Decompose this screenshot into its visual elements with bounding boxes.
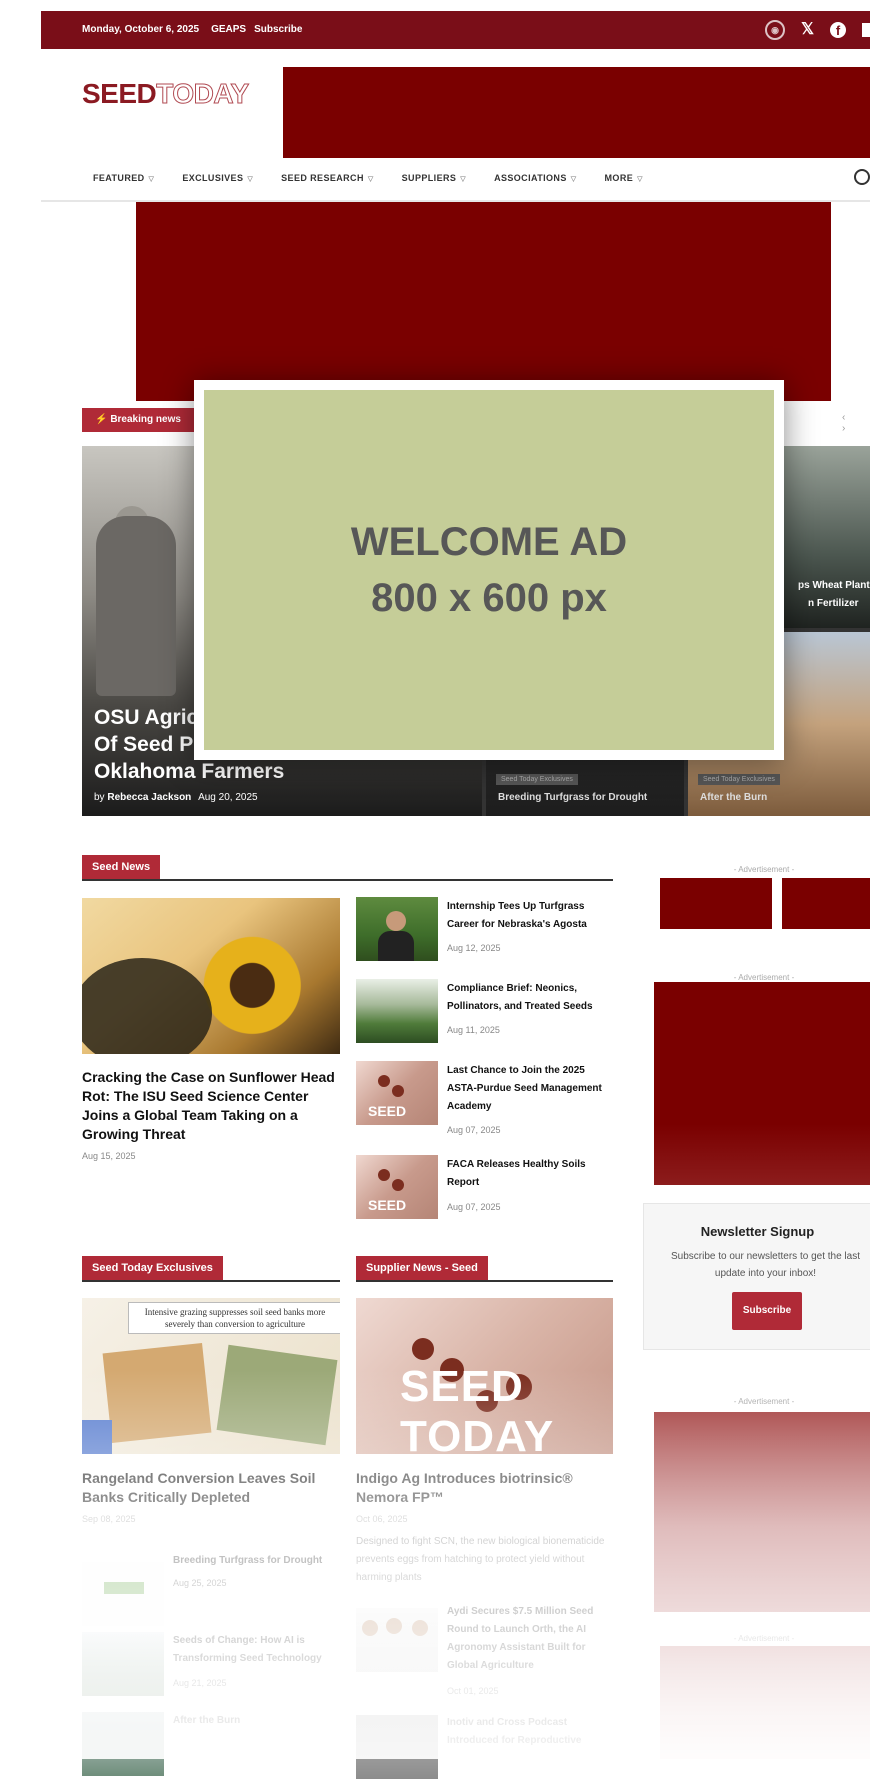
list-thumb[interactable]	[356, 897, 438, 961]
rss-icon[interactable]: ◉	[765, 20, 786, 40]
list-item-title[interactable]: Internship Tees Up Turfgrass Career for …	[447, 898, 613, 934]
sunflower-image[interactable]	[82, 898, 340, 1054]
list-item-date: Aug 12, 2025	[447, 943, 501, 953]
list-item-title[interactable]: After the Burn	[173, 1712, 339, 1730]
newsletter-text: Subscribe to our newsletters to get the …	[671, 1251, 860, 1279]
facebook-icon[interactable]: f	[830, 22, 846, 38]
hero-card-title[interactable]: ps Wheat Plant	[798, 580, 870, 591]
sidebar-ad-4[interactable]	[660, 1646, 870, 1759]
nav-associations[interactable]: ASSOCIATIONS ▽	[494, 173, 576, 183]
category-tag[interactable]: Seed Today Exclusives	[698, 774, 780, 785]
geaps-link[interactable]: GEAPS	[211, 24, 246, 35]
photo-figure	[96, 516, 176, 696]
advertisement-label: - Advertisement -	[733, 973, 795, 982]
supplier-main-date: Oct 06, 2025	[356, 1514, 408, 1524]
list-item-title[interactable]: Breeding Turfgrass for Drought	[173, 1552, 339, 1570]
hero-author[interactable]: Rebecca Jackson	[107, 792, 191, 803]
welcome-ad-overlay[interactable]: WELCOME AD 800 x 600 px	[194, 380, 784, 760]
list-item-date: Oct 01, 2025	[447, 1686, 499, 1696]
list-thumb[interactable]: SEED	[356, 1061, 438, 1125]
advertisement-label: - Advertisement -	[733, 1634, 795, 1643]
advertisement-label: - Advertisement -	[733, 865, 795, 874]
exclusives-image[interactable]: Intensive grazing suppresses soil seed b…	[82, 1298, 340, 1454]
list-item-title[interactable]: Seeds of Change: How AI is Transforming …	[173, 1632, 339, 1668]
subscribe-link[interactable]: Subscribe	[254, 24, 302, 35]
hero-byline: by Rebecca Jackson Aug 20, 2025	[94, 792, 258, 803]
list-item-date: Aug 21, 2025	[173, 1678, 227, 1688]
sidebar-small-ad-1[interactable]	[660, 878, 772, 929]
supplier-excerpt: Designed to fight SCN, the new biologica…	[356, 1536, 605, 1583]
newsletter-title: Newsletter Signup	[700, 1224, 815, 1239]
chevron-down-icon: ▽	[570, 176, 577, 183]
header-banner-ad[interactable]	[283, 67, 870, 158]
sidebar-small-ad-2[interactable]	[782, 878, 870, 929]
list-item-title[interactable]: Compliance Brief: Neonics, Pollinators, …	[447, 980, 613, 1016]
carousel-arrows[interactable]: ‹ ›	[842, 412, 870, 434]
nav-more[interactable]: MORE ▽	[605, 173, 643, 183]
nav-seed-research[interactable]: SEED RESEARCH ▽	[281, 173, 374, 183]
seed-news-main-title[interactable]: Cracking the Case on Sunflower Head Rot:…	[82, 1068, 340, 1144]
chevron-down-icon: ▽	[247, 176, 254, 183]
list-item-title[interactable]: Aydi Secures $7.5 Million Seed Round to …	[447, 1603, 613, 1675]
linkedin-icon[interactable]	[862, 23, 870, 37]
chevron-down-icon: ▽	[367, 176, 374, 183]
newsletter-signup-box: Newsletter Signup Subscribe to our newsl…	[643, 1203, 870, 1350]
image-caption-box: Intensive grazing suppresses soil seed b…	[128, 1302, 340, 1334]
supplier-news-heading: Supplier News - Seed	[356, 1256, 613, 1282]
list-item-date: Aug 11, 2025	[447, 1025, 500, 1035]
list-thumb[interactable]	[356, 1715, 438, 1779]
welcome-ad[interactable]: WELCOME AD 800 x 600 px	[204, 390, 774, 750]
list-item-date: Aug 25, 2025	[173, 1578, 227, 1588]
chevron-down-icon: ▽	[637, 176, 643, 183]
list-item-date: Aug 07, 2025	[447, 1202, 501, 1212]
exclusives-main-date: Sep 08, 2025	[82, 1514, 136, 1524]
nav-exclusives[interactable]: EXCLUSIVES ▽	[182, 173, 253, 183]
sidebar-ad-large[interactable]	[654, 982, 870, 1185]
list-item-title[interactable]: Last Chance to Join the 2025 ASTA-Purdue…	[447, 1062, 613, 1116]
exclusives-main-title[interactable]: Rangeland Conversion Leaves Soil Banks C…	[82, 1469, 340, 1507]
main-navigation: FEATURED ▽ EXCLUSIVES ▽ SEED RESEARCH ▽ SUP…	[41, 160, 870, 202]
list-item-title[interactable]: Inotiv and Cross Podcast Introduced for …	[447, 1714, 613, 1750]
newsletter-subscribe-button[interactable]: Subscribe	[732, 1292, 802, 1330]
top-bar: Monday, October 6, 2025 GEAPS Subscribe …	[41, 11, 870, 49]
hero-card-title[interactable]: Breeding Turfgrass for Drought	[498, 792, 647, 803]
category-tag[interactable]: Seed Today Exclusives	[496, 774, 578, 785]
leaderboard-ad[interactable]	[136, 202, 831, 401]
list-thumb[interactable]	[356, 979, 438, 1043]
nav-suppliers[interactable]: SUPPLIERS ▽	[402, 173, 466, 183]
supplier-main-title[interactable]: Indigo Ag Introduces biotrinsic® Nemora …	[356, 1469, 613, 1507]
chevron-down-icon: ▽	[148, 176, 155, 183]
list-thumb[interactable]	[82, 1562, 164, 1626]
list-item-date: Aug 07, 2025	[447, 1125, 501, 1135]
hero-card-title[interactable]: After the Burn	[700, 792, 767, 803]
list-thumb[interactable]: SEED	[356, 1155, 438, 1219]
list-thumb[interactable]	[82, 1632, 164, 1696]
sidebar-ad-3[interactable]	[654, 1412, 870, 1612]
seed-news-heading: Seed News	[82, 855, 613, 881]
list-thumb[interactable]	[356, 1608, 438, 1672]
list-item-title[interactable]: FACA Releases Healthy Soils Report	[447, 1156, 613, 1192]
nav-featured[interactable]: FEATURED ▽	[93, 173, 154, 183]
exclusives-heading: Seed Today Exclusives	[82, 1256, 340, 1282]
site-logo[interactable]: SEEDTODAY	[82, 78, 250, 110]
search-icon[interactable]	[854, 169, 870, 185]
hero-card-title-2[interactable]: n Fertilizer	[808, 598, 859, 609]
list-thumb[interactable]	[82, 1712, 164, 1776]
advertisement-label: - Advertisement -	[733, 1397, 795, 1406]
chevron-down-icon: ▽	[460, 176, 467, 183]
seed-news-main-date: Aug 15, 2025	[82, 1151, 136, 1161]
supplier-image[interactable]: SEED TODAY	[356, 1298, 613, 1454]
x-icon[interactable]: 𝕏	[801, 20, 814, 40]
breaking-news-label: ⚡ Breaking news	[82, 408, 194, 432]
current-date: Monday, October 6, 2025	[82, 24, 200, 35]
